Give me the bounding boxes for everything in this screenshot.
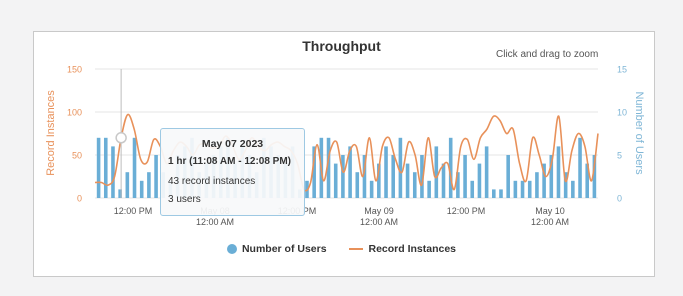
bar-users xyxy=(578,137,582,198)
x-axis-tick-label: 12:00 AM xyxy=(531,217,569,227)
bar-users xyxy=(492,189,496,198)
tooltip-record-instances: 43 record instances xyxy=(168,176,256,187)
right-axis-tick-label: 10 xyxy=(617,108,627,118)
x-axis-tick-label: 12:00 PM xyxy=(447,206,486,216)
chart-legend: Number of Users Record Instances xyxy=(0,243,683,255)
bar-users xyxy=(556,146,561,198)
bar-users xyxy=(111,146,115,198)
bar-users xyxy=(506,155,510,198)
tooltip-users: 3 users xyxy=(168,194,201,205)
legend-label-users: Number of Users xyxy=(241,243,327,256)
bar-users xyxy=(369,180,374,198)
bar-users xyxy=(463,155,467,198)
bar-users xyxy=(470,180,475,198)
x-axis-tick-label: 12:00 AM xyxy=(196,217,234,227)
left-axis-tick-label: 100 xyxy=(67,108,82,118)
right-axis-tick-label: 0 xyxy=(617,194,622,204)
tooltip-time-range: 1 hr (11:08 AM - 12:08 PM) xyxy=(168,156,292,167)
bar-users xyxy=(391,155,395,198)
chart-tooltip: May 07 2023 1 hr (11:08 AM - 12:08 PM) 4… xyxy=(160,128,305,216)
bar-users xyxy=(103,137,108,198)
left-axis-tick-label: 0 xyxy=(77,194,82,204)
legend-item-records[interactable]: Record Instances xyxy=(349,243,456,255)
bar-users xyxy=(527,180,532,198)
left-axis-title: Record Instances xyxy=(45,90,57,176)
right-axis-tick-label: 5 xyxy=(617,151,622,161)
x-axis-tick-label: May 10 xyxy=(535,206,565,216)
bar-users xyxy=(434,146,439,198)
right-axis-title: Number of Users xyxy=(633,91,645,175)
bar-users xyxy=(535,172,539,198)
tooltip-date: May 07 2023 xyxy=(201,138,264,150)
legend-dot-icon xyxy=(226,244,237,255)
bar-users xyxy=(147,172,151,198)
bar-users xyxy=(96,137,101,198)
bar-users xyxy=(513,180,518,198)
bar-users xyxy=(477,163,482,198)
legend-label-records: Record Instances xyxy=(368,243,457,256)
legend-item-users[interactable]: Number of Users xyxy=(226,243,327,256)
bar-users xyxy=(341,155,345,198)
bar-users xyxy=(412,172,417,198)
hover-point-marker xyxy=(115,132,127,144)
bar-users xyxy=(499,189,503,198)
bar-users xyxy=(571,180,575,198)
x-axis-tick-label: 12:00 PM xyxy=(114,206,153,216)
left-axis-tick-label: 50 xyxy=(72,151,82,161)
bar-users xyxy=(355,172,360,198)
bar-users xyxy=(132,137,137,198)
bar-users xyxy=(125,172,130,198)
bar-users xyxy=(333,163,338,198)
bar-users xyxy=(520,180,525,198)
right-axis-tick-label: 15 xyxy=(617,65,627,75)
legend-line-icon xyxy=(349,248,364,251)
bar-users xyxy=(154,155,158,198)
x-axis-tick-label: May 09 xyxy=(364,206,394,216)
bar-users xyxy=(484,146,489,198)
zoom-hint: Click and drag to zoom xyxy=(496,49,599,60)
x-axis-tick-label: 12:00 AM xyxy=(360,217,398,227)
bar-users xyxy=(427,180,431,198)
bar-users xyxy=(441,163,446,198)
left-axis-tick-label: 150 xyxy=(67,65,82,75)
bar-users xyxy=(384,146,388,198)
bar-users xyxy=(405,163,410,198)
bar-users xyxy=(139,180,144,198)
